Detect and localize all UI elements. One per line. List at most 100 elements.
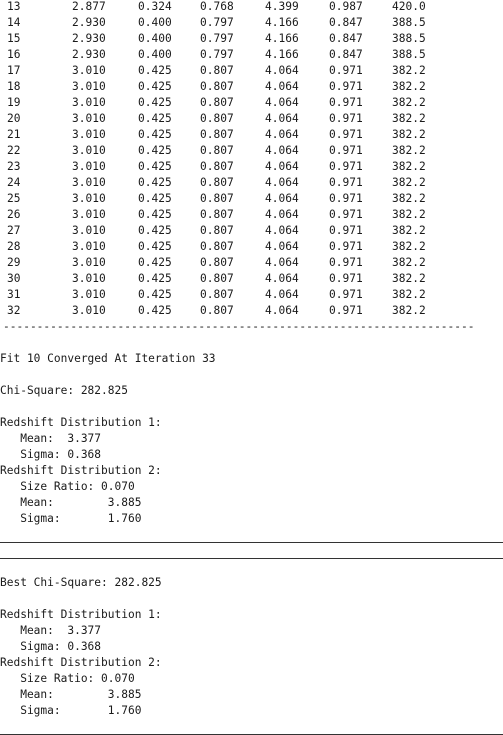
value-cell-6: 382.2 [392,288,426,301]
best-dist2-sigma: Sigma: 1.760 [0,704,142,717]
value-cell-3: 0.807 [200,160,234,173]
chi-square-line: Chi-Square: 282.825 [0,384,128,397]
value-cell-2: 0.425 [138,96,172,109]
value-cell-4: 4.064 [265,64,299,77]
value-cell-6: 382.2 [392,128,426,141]
iteration-cell: 19 [7,96,21,109]
iteration-cell: 17 [7,64,21,77]
value-cell-3: 0.797 [200,32,234,45]
value-cell-4: 4.064 [265,176,299,189]
value-cell-5: 0.971 [329,224,363,237]
value-cell-3: 0.807 [200,128,234,141]
value-cell-6: 388.5 [392,16,426,29]
value-cell-2: 0.425 [138,240,172,253]
value-cell-3: 0.807 [200,96,234,109]
value-cell-6: 382.2 [392,96,426,109]
iteration-cell: 20 [7,112,21,125]
value-cell-5: 0.971 [329,144,363,157]
value-cell-3: 0.807 [200,64,234,77]
value-cell-3: 0.807 [200,272,234,285]
value-cell-1: 3.010 [72,80,106,93]
value-cell-5: 0.971 [329,192,363,205]
value-cell-3: 0.807 [200,304,234,317]
dist1-sigma: Sigma: 0.368 [0,448,102,461]
value-cell-5: 0.971 [329,96,363,109]
value-cell-4: 4.166 [265,16,299,29]
value-cell-2: 0.425 [138,288,172,301]
value-cell-2: 0.425 [138,208,172,221]
value-cell-2: 0.425 [138,192,172,205]
value-cell-4: 4.064 [265,288,299,301]
fit-converged-line: Fit 10 Converged At Iteration 33 [0,352,216,365]
iteration-cell: 30 [7,272,21,285]
iteration-cell: 23 [7,160,21,173]
value-cell-1: 2.930 [72,48,106,61]
value-cell-5: 0.971 [329,128,363,141]
value-cell-4: 4.166 [265,48,299,61]
value-cell-4: 4.064 [265,160,299,173]
value-cell-4: 4.064 [265,272,299,285]
value-cell-4: 4.064 [265,192,299,205]
iteration-cell: 31 [7,288,21,301]
value-cell-4: 4.064 [265,208,299,221]
value-cell-3: 0.807 [200,224,234,237]
value-cell-6: 382.2 [392,64,426,77]
value-cell-1: 3.010 [72,192,106,205]
value-cell-5: 0.971 [329,288,363,301]
best-dist1-mean: Mean: 3.377 [0,624,102,637]
value-cell-6: 382.2 [392,176,426,189]
value-cell-5: 0.847 [329,48,363,61]
divider-rule [0,542,503,543]
value-cell-2: 0.425 [138,128,172,141]
value-cell-1: 3.010 [72,224,106,237]
value-cell-4: 4.064 [265,128,299,141]
value-cell-3: 0.768 [200,0,234,13]
value-cell-6: 382.2 [392,240,426,253]
value-cell-1: 2.930 [72,16,106,29]
dist2-mean: Mean: 3.885 [0,496,142,509]
best-dist2-mean: Mean: 3.885 [0,688,142,701]
value-cell-6: 382.2 [392,144,426,157]
value-cell-5: 0.971 [329,112,363,125]
value-cell-5: 0.971 [329,256,363,269]
value-cell-2: 0.425 [138,64,172,77]
value-cell-6: 382.2 [392,256,426,269]
value-cell-1: 3.010 [72,256,106,269]
iteration-cell: 27 [7,224,21,237]
value-cell-6: 420.0 [392,0,426,13]
value-cell-5: 0.971 [329,272,363,285]
value-cell-5: 0.971 [329,304,363,317]
value-cell-1: 3.010 [72,96,106,109]
value-cell-2: 0.425 [138,80,172,93]
value-cell-6: 382.2 [392,208,426,221]
value-cell-5: 0.971 [329,176,363,189]
value-cell-1: 3.010 [72,176,106,189]
value-cell-6: 382.2 [392,224,426,237]
value-cell-6: 388.5 [392,48,426,61]
value-cell-5: 0.847 [329,16,363,29]
best-dist1-title: Redshift Distribution 1: [0,608,162,621]
value-cell-5: 0.987 [329,0,363,13]
value-cell-2: 0.425 [138,112,172,125]
table-separator: ----------------------------------------… [3,321,473,333]
value-cell-1: 3.010 [72,272,106,285]
value-cell-5: 0.971 [329,80,363,93]
value-cell-3: 0.807 [200,144,234,157]
value-cell-4: 4.399 [265,0,299,13]
dist1-title: Redshift Distribution 1: [0,416,162,429]
value-cell-4: 4.064 [265,256,299,269]
console-output: 13 2.877 0.324 0.768 4.399 0.987 420.0 14 2.930 0… [0,0,503,735]
value-cell-5: 0.971 [329,240,363,253]
best-dist2-title: Redshift Distribution 2: [0,656,162,669]
value-cell-2: 0.425 [138,304,172,317]
value-cell-2: 0.425 [138,144,172,157]
value-cell-1: 3.010 [72,112,106,125]
value-cell-1: 2.930 [72,32,106,45]
value-cell-4: 4.064 [265,144,299,157]
value-cell-4: 4.064 [265,240,299,253]
iteration-cell: 25 [7,192,21,205]
iteration-cell: 16 [7,48,21,61]
value-cell-3: 0.807 [200,176,234,189]
value-cell-1: 3.010 [72,160,106,173]
value-cell-2: 0.400 [138,16,172,29]
